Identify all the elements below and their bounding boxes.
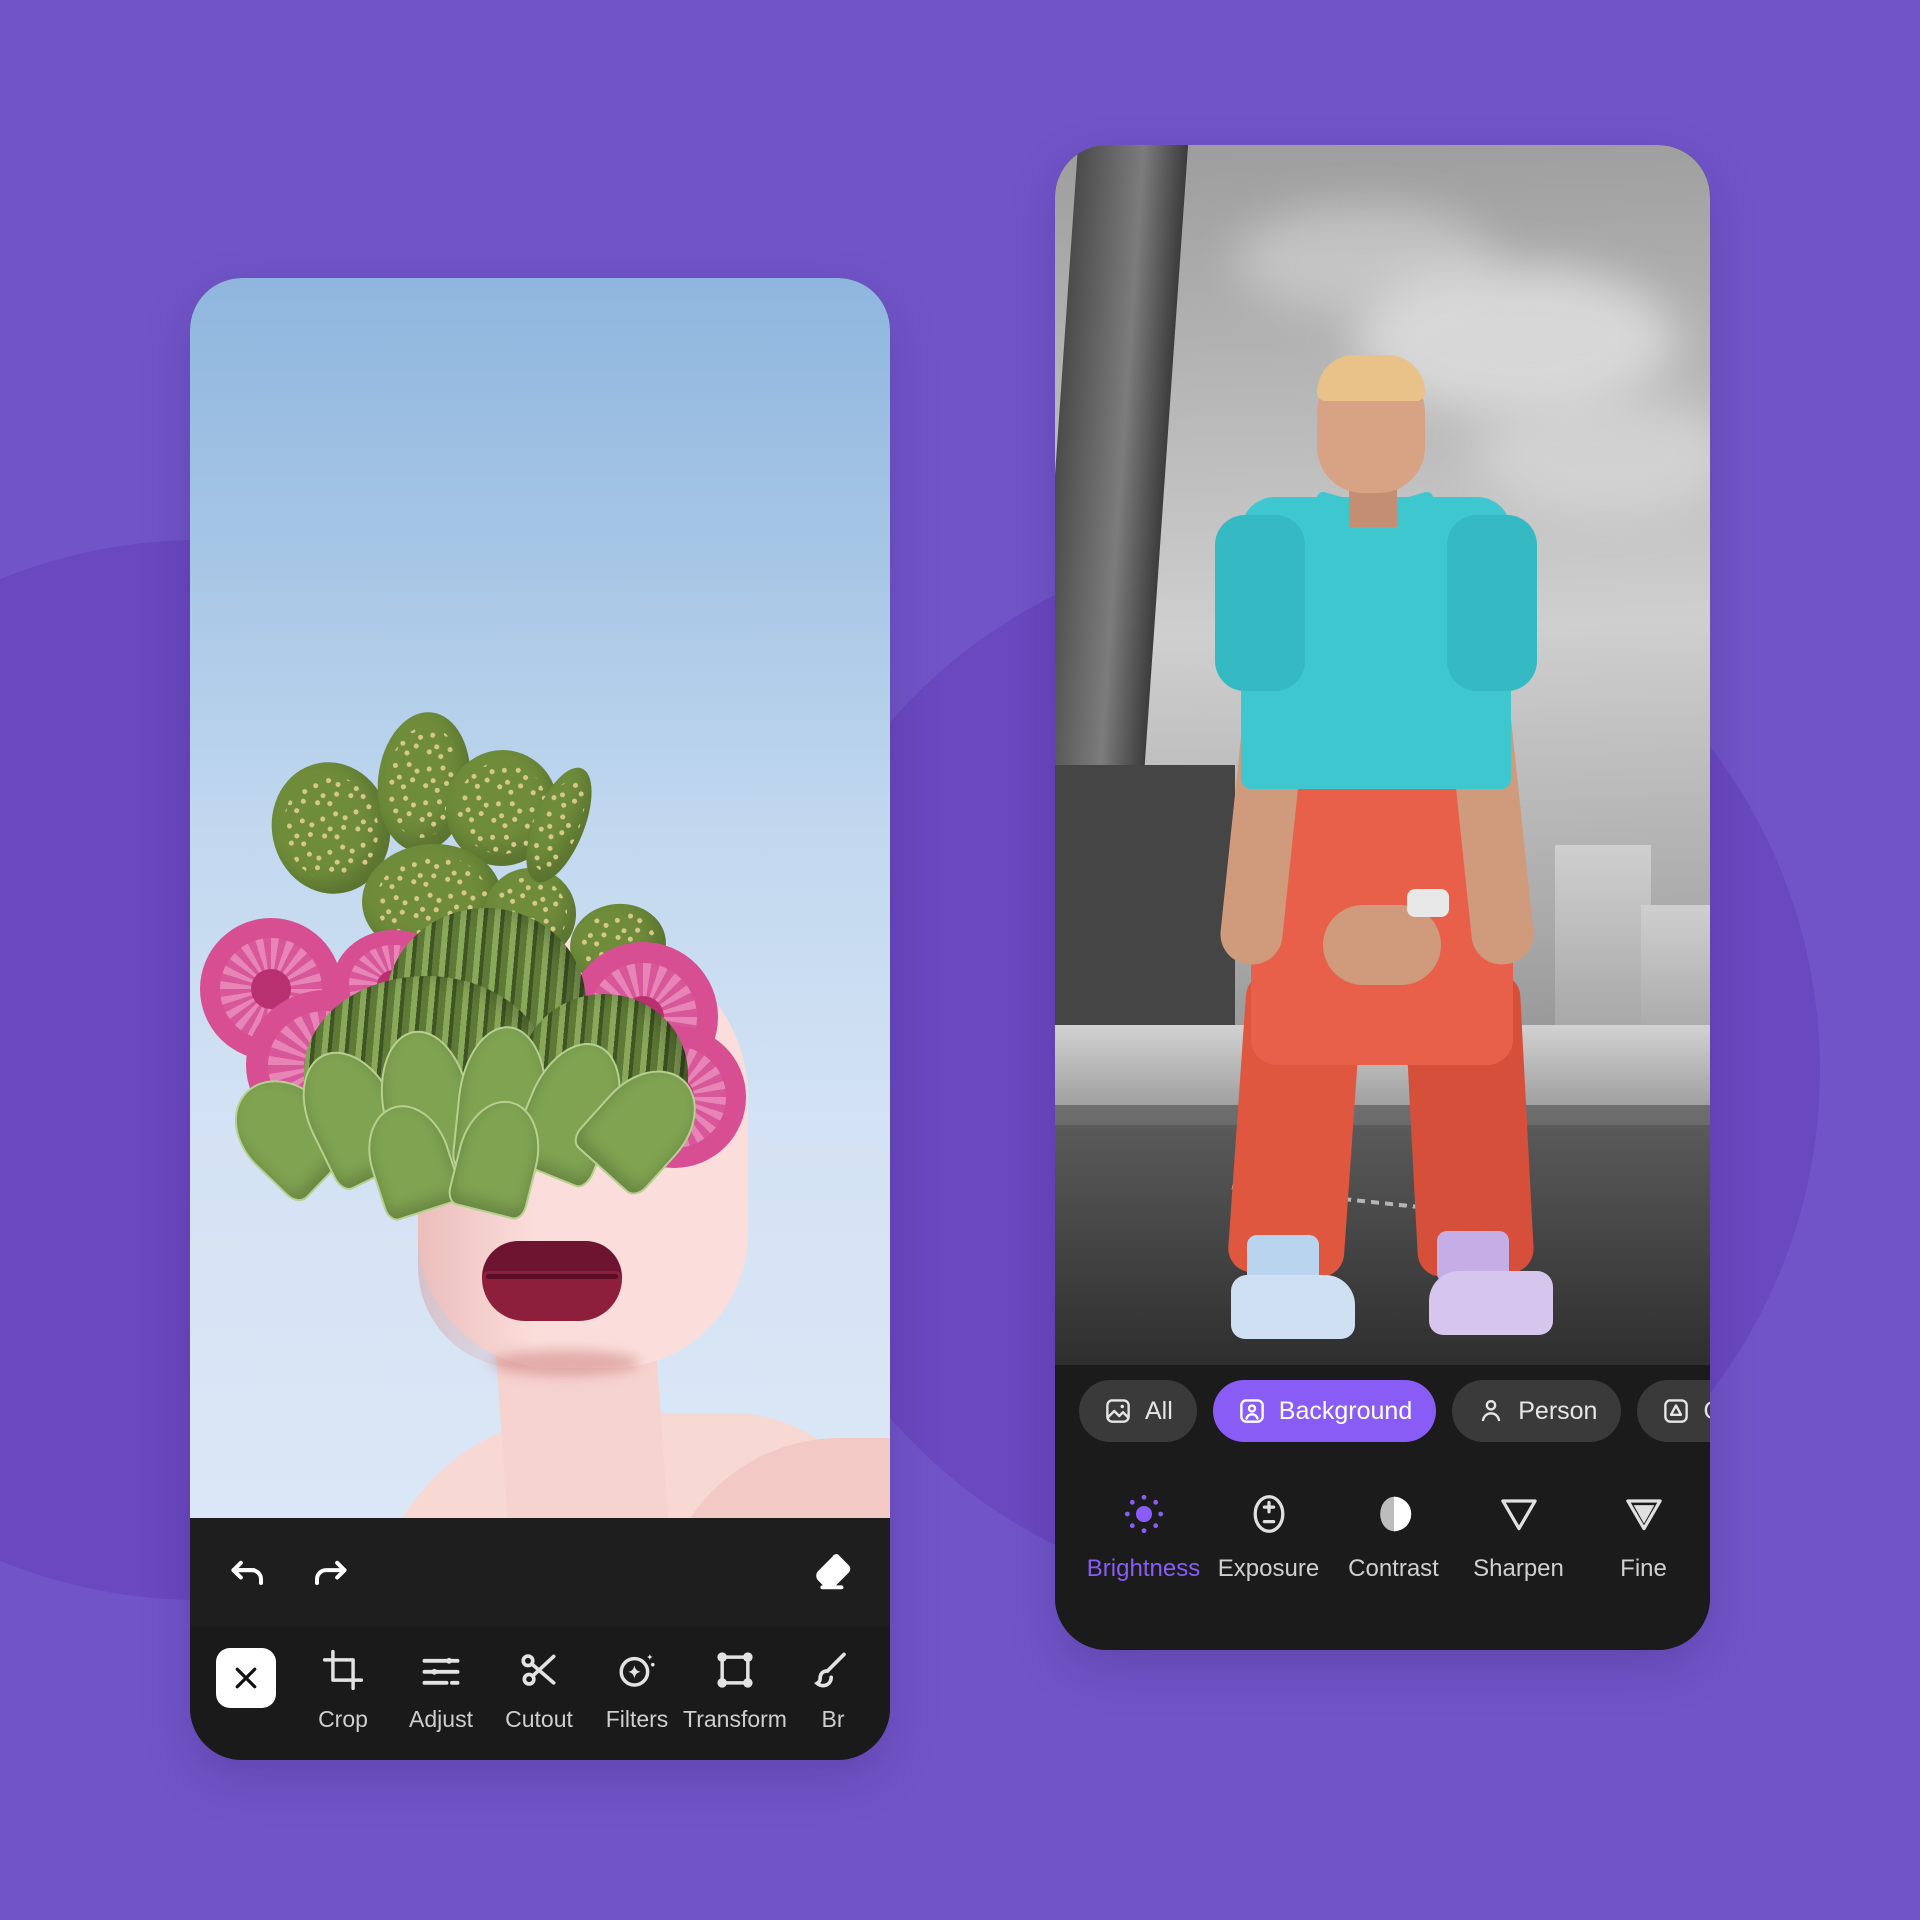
tool-label: Cutout	[505, 1706, 573, 1732]
adjust-label: Exposure	[1217, 1555, 1320, 1582]
tool-brush[interactable]: Br	[784, 1648, 882, 1733]
subject-sleeve-left	[1215, 515, 1305, 691]
photo-canvas-right[interactable]	[1055, 145, 1710, 1365]
ground-shadow	[1055, 1125, 1710, 1365]
tool-label: Crop	[318, 1706, 368, 1732]
subject-hands	[1323, 905, 1441, 985]
selection-chips-row[interactable]: All Background Person	[1055, 1365, 1710, 1457]
phone-mockup-right: All Background Person Brightness Exposur…	[1055, 145, 1710, 1650]
adjust-contrast[interactable]: Contrast	[1331, 1491, 1456, 1583]
architecture-pillar	[1055, 145, 1189, 805]
person-icon	[1476, 1396, 1506, 1426]
sharpen-icon	[1496, 1491, 1542, 1537]
adjust-sharpen[interactable]: Sharpen	[1456, 1491, 1581, 1583]
adjust-label: Brightness	[1086, 1555, 1201, 1582]
select-all-icon	[1103, 1396, 1133, 1426]
tool-adjust[interactable]: Adjust	[392, 1648, 490, 1733]
tools-toolbar: Crop Adjust Cutout Filters Transform Br	[190, 1626, 890, 1760]
cloud	[1475, 395, 1710, 515]
redo-button[interactable]	[302, 1546, 354, 1598]
tool-label: Br	[821, 1706, 845, 1732]
scissors-icon	[517, 1648, 561, 1692]
object-icon	[1661, 1396, 1691, 1426]
adjust-label: Sharpen	[1473, 1555, 1564, 1582]
adjustments-row[interactable]: Brightness Exposure Contrast Sharpen Fin…	[1055, 1457, 1710, 1650]
history-toolbar	[190, 1518, 890, 1626]
chip-label: Object	[1703, 1397, 1710, 1426]
chip-person[interactable]: Person	[1452, 1380, 1622, 1442]
tool-filters[interactable]: Filters	[588, 1648, 686, 1733]
subject-shoe-left	[1231, 1275, 1355, 1339]
undo-icon	[228, 1550, 272, 1594]
tool-label: Adjust	[409, 1706, 473, 1732]
eraser-button[interactable]	[804, 1546, 856, 1598]
sparkle-circle-icon	[615, 1648, 659, 1692]
subject-wristwatch	[1407, 889, 1449, 917]
contrast-icon	[1371, 1491, 1417, 1537]
chip-label: Background	[1278, 1396, 1413, 1425]
tool-label: Filters	[605, 1706, 669, 1732]
eraser-icon	[807, 1549, 853, 1595]
exposure-icon	[1246, 1491, 1292, 1537]
adjust-structure[interactable]: Struc	[1706, 1491, 1710, 1583]
phone-mockup-left: Crop Adjust Cutout Filters Transform Br	[190, 278, 890, 1760]
tool-transform[interactable]: Transform	[683, 1648, 787, 1733]
adjust-fine[interactable]: Fine	[1581, 1491, 1706, 1583]
adjust-exposure[interactable]: Exposure	[1206, 1491, 1331, 1583]
brightness-icon	[1121, 1491, 1167, 1537]
fine-icon	[1621, 1491, 1667, 1537]
chip-label: Person	[1518, 1396, 1598, 1425]
plant-crown-group	[190, 707, 890, 1224]
photo-canvas-left[interactable]	[190, 278, 890, 1518]
adjust-brightness[interactable]: Brightness	[1081, 1491, 1206, 1583]
portrait-lip-line	[486, 1274, 618, 1279]
chip-object[interactable]: Object	[1637, 1380, 1710, 1442]
tool-crop[interactable]: Crop	[294, 1648, 392, 1733]
subject-shoe-right	[1429, 1271, 1553, 1335]
chip-all[interactable]: All	[1079, 1380, 1197, 1442]
close-icon	[231, 1663, 261, 1693]
tool-cutout[interactable]: Cutout	[490, 1648, 588, 1733]
chip-label: All	[1145, 1396, 1173, 1425]
redo-icon	[306, 1550, 350, 1594]
adjust-label: Fine	[1620, 1555, 1667, 1582]
adjust-label: Contrast	[1348, 1555, 1439, 1582]
subject-sleeve-right	[1447, 515, 1537, 691]
undo-button[interactable]	[224, 1546, 276, 1598]
crop-icon	[321, 1648, 365, 1692]
transform-icon	[713, 1648, 757, 1692]
background-icon	[1237, 1396, 1267, 1426]
tool-label: Transform	[683, 1706, 787, 1732]
subject-hair	[1317, 355, 1425, 401]
cloud	[1235, 205, 1495, 315]
brush-icon	[811, 1648, 855, 1692]
sliders-icon	[419, 1648, 463, 1692]
chip-background[interactable]: Background	[1212, 1380, 1437, 1442]
portrait-chin-shadow	[490, 1350, 640, 1376]
close-button[interactable]	[216, 1648, 276, 1708]
